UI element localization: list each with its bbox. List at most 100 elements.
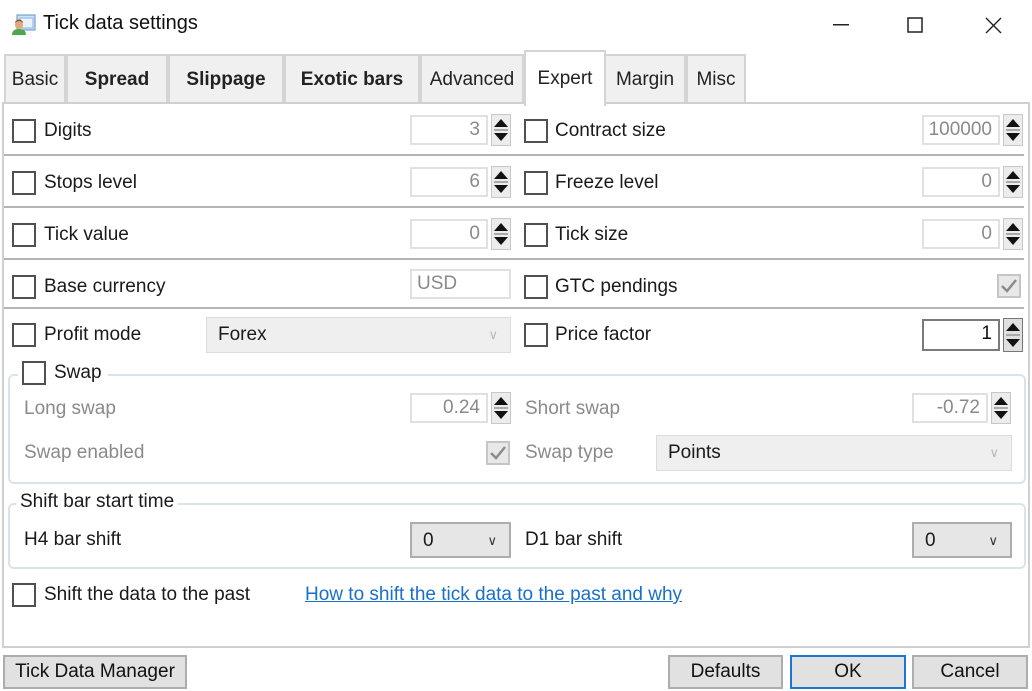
checkmark-icon — [490, 446, 506, 460]
tab-label: Margin — [615, 69, 675, 90]
d1-bar-shift-select[interactable]: 0 ∨ — [912, 522, 1012, 558]
tick-value-spinner[interactable] — [491, 218, 511, 250]
chevron-down-icon: ∨ — [988, 533, 998, 548]
shift-past-help-link[interactable]: How to shift the tick data to the past a… — [305, 584, 682, 606]
spin-down-icon — [494, 133, 508, 141]
tab-spread[interactable]: Spread — [66, 54, 168, 104]
tick-size-spinner[interactable] — [1003, 218, 1023, 250]
price-factor-checkbox[interactable] — [524, 323, 548, 347]
shift-past-label: Shift the data to the past — [44, 584, 250, 605]
profit-mode-checkbox[interactable] — [12, 323, 36, 347]
profit-mode-label: Profit mode — [44, 324, 142, 345]
long-swap-input[interactable]: 0.24 — [410, 393, 488, 423]
row-divider — [4, 307, 1024, 309]
swap-type-label: Swap type — [525, 442, 614, 463]
tick-value-input[interactable]: 0 — [410, 219, 488, 249]
spin-up-icon — [494, 397, 508, 405]
tab-slippage[interactable]: Slippage — [168, 54, 284, 104]
h4-bar-shift-label: H4 bar shift — [24, 529, 122, 550]
swap-type-select[interactable]: Points ∨ — [656, 435, 1012, 471]
spin-up-icon — [1006, 171, 1020, 179]
price-factor-spinner[interactable] — [1003, 318, 1023, 352]
digits-checkbox[interactable] — [12, 119, 36, 143]
freeze-level-checkbox[interactable] — [524, 171, 548, 195]
row-divider — [4, 154, 1024, 156]
chevron-down-icon: ∨ — [989, 445, 999, 460]
row-divider — [4, 258, 1024, 260]
defaults-button[interactable]: Defaults — [668, 655, 783, 689]
swap-enabled-label: Swap enabled — [24, 442, 145, 463]
tick-size-input[interactable]: 0 — [922, 219, 1000, 249]
minimize-button[interactable] — [818, 8, 864, 42]
price-factor-input[interactable]: 1 — [922, 319, 1000, 351]
tab-advanced[interactable]: Advanced — [420, 54, 524, 104]
row-divider — [4, 206, 1024, 208]
spin-up-icon — [1006, 223, 1020, 231]
digits-input[interactable]: 3 — [410, 115, 488, 145]
button-label: Defaults — [690, 661, 761, 682]
gtc-pendings-checkbox[interactable] — [524, 275, 548, 299]
digits-label: Digits — [44, 120, 92, 141]
stops-level-checkbox[interactable] — [12, 171, 36, 195]
cancel-button[interactable]: Cancel — [912, 655, 1028, 689]
tab-label: Advanced — [429, 69, 515, 90]
tick-value-checkbox[interactable] — [12, 223, 36, 247]
tick-data-manager-button[interactable]: Tick Data Manager — [3, 655, 187, 689]
ok-button[interactable]: OK — [790, 655, 906, 689]
button-label: Tick Data Manager — [15, 661, 175, 682]
freeze-level-input[interactable]: 0 — [922, 167, 1000, 197]
tab-margin[interactable]: Margin — [604, 54, 686, 104]
spin-down-icon — [494, 411, 508, 419]
d1-bar-shift-label: D1 bar shift — [525, 529, 623, 550]
base-currency-checkbox[interactable] — [12, 275, 36, 299]
contract-size-checkbox[interactable] — [524, 119, 548, 143]
tab-label: Expert — [537, 68, 593, 89]
shift-bar-legend: Shift bar start time — [16, 491, 179, 513]
button-label: OK — [834, 661, 862, 682]
short-swap-input[interactable]: -0.72 — [912, 393, 988, 423]
tick-size-checkbox[interactable] — [524, 223, 548, 247]
title-bar: Tick data settings — [0, 0, 1032, 48]
spin-down-icon — [1006, 185, 1020, 193]
tab-misc[interactable]: Misc — [686, 54, 746, 104]
spin-up-icon — [494, 119, 508, 127]
contract-size-spinner[interactable] — [1003, 114, 1023, 146]
spin-down-icon — [1006, 339, 1020, 347]
spin-down-icon — [1006, 237, 1020, 245]
short-swap-spinner[interactable] — [991, 392, 1011, 424]
maximize-icon — [907, 17, 923, 33]
tab-label: Slippage — [186, 69, 266, 90]
tab-basic[interactable]: Basic — [4, 54, 66, 104]
swap-label: Swap — [54, 362, 102, 383]
h4-bar-shift-select[interactable]: 0 ∨ — [410, 522, 511, 558]
profit-mode-value: Forex — [218, 324, 267, 345]
swap-checkbox[interactable] — [22, 361, 46, 385]
d1-bar-shift-value: 0 — [925, 530, 936, 551]
shift-past-checkbox[interactable] — [12, 583, 36, 607]
app-icon — [12, 14, 36, 35]
contract-size-input[interactable]: 100000 — [922, 115, 1000, 145]
base-currency-input[interactable]: USD — [410, 269, 511, 299]
maximize-button[interactable] — [892, 8, 938, 42]
swap-enabled-checkbox[interactable] — [486, 441, 510, 465]
gtc-pendings-value-checkbox[interactable] — [997, 274, 1021, 298]
long-swap-spinner[interactable] — [491, 392, 511, 424]
h4-bar-shift-value: 0 — [423, 530, 434, 551]
tick-value-label: Tick value — [44, 224, 129, 245]
spin-up-icon — [994, 397, 1008, 405]
base-currency-label: Base currency — [44, 276, 166, 297]
tab-exotic-bars[interactable]: Exotic bars — [284, 54, 420, 104]
contract-size-label: Contract size — [555, 120, 666, 141]
freeze-level-spinner[interactable] — [1003, 166, 1023, 198]
stops-level-input[interactable]: 6 — [410, 167, 488, 197]
profit-mode-select[interactable]: Forex ∨ — [206, 317, 511, 353]
long-swap-label: Long swap — [24, 398, 116, 419]
close-button[interactable] — [970, 8, 1016, 42]
tick-size-label: Tick size — [555, 224, 629, 245]
spin-down-icon — [494, 185, 508, 193]
digits-spinner[interactable] — [491, 114, 511, 146]
spin-down-icon — [1006, 133, 1020, 141]
stops-level-spinner[interactable] — [491, 166, 511, 198]
tab-expert[interactable]: Expert — [524, 50, 606, 106]
short-swap-label: Short swap — [525, 398, 621, 419]
